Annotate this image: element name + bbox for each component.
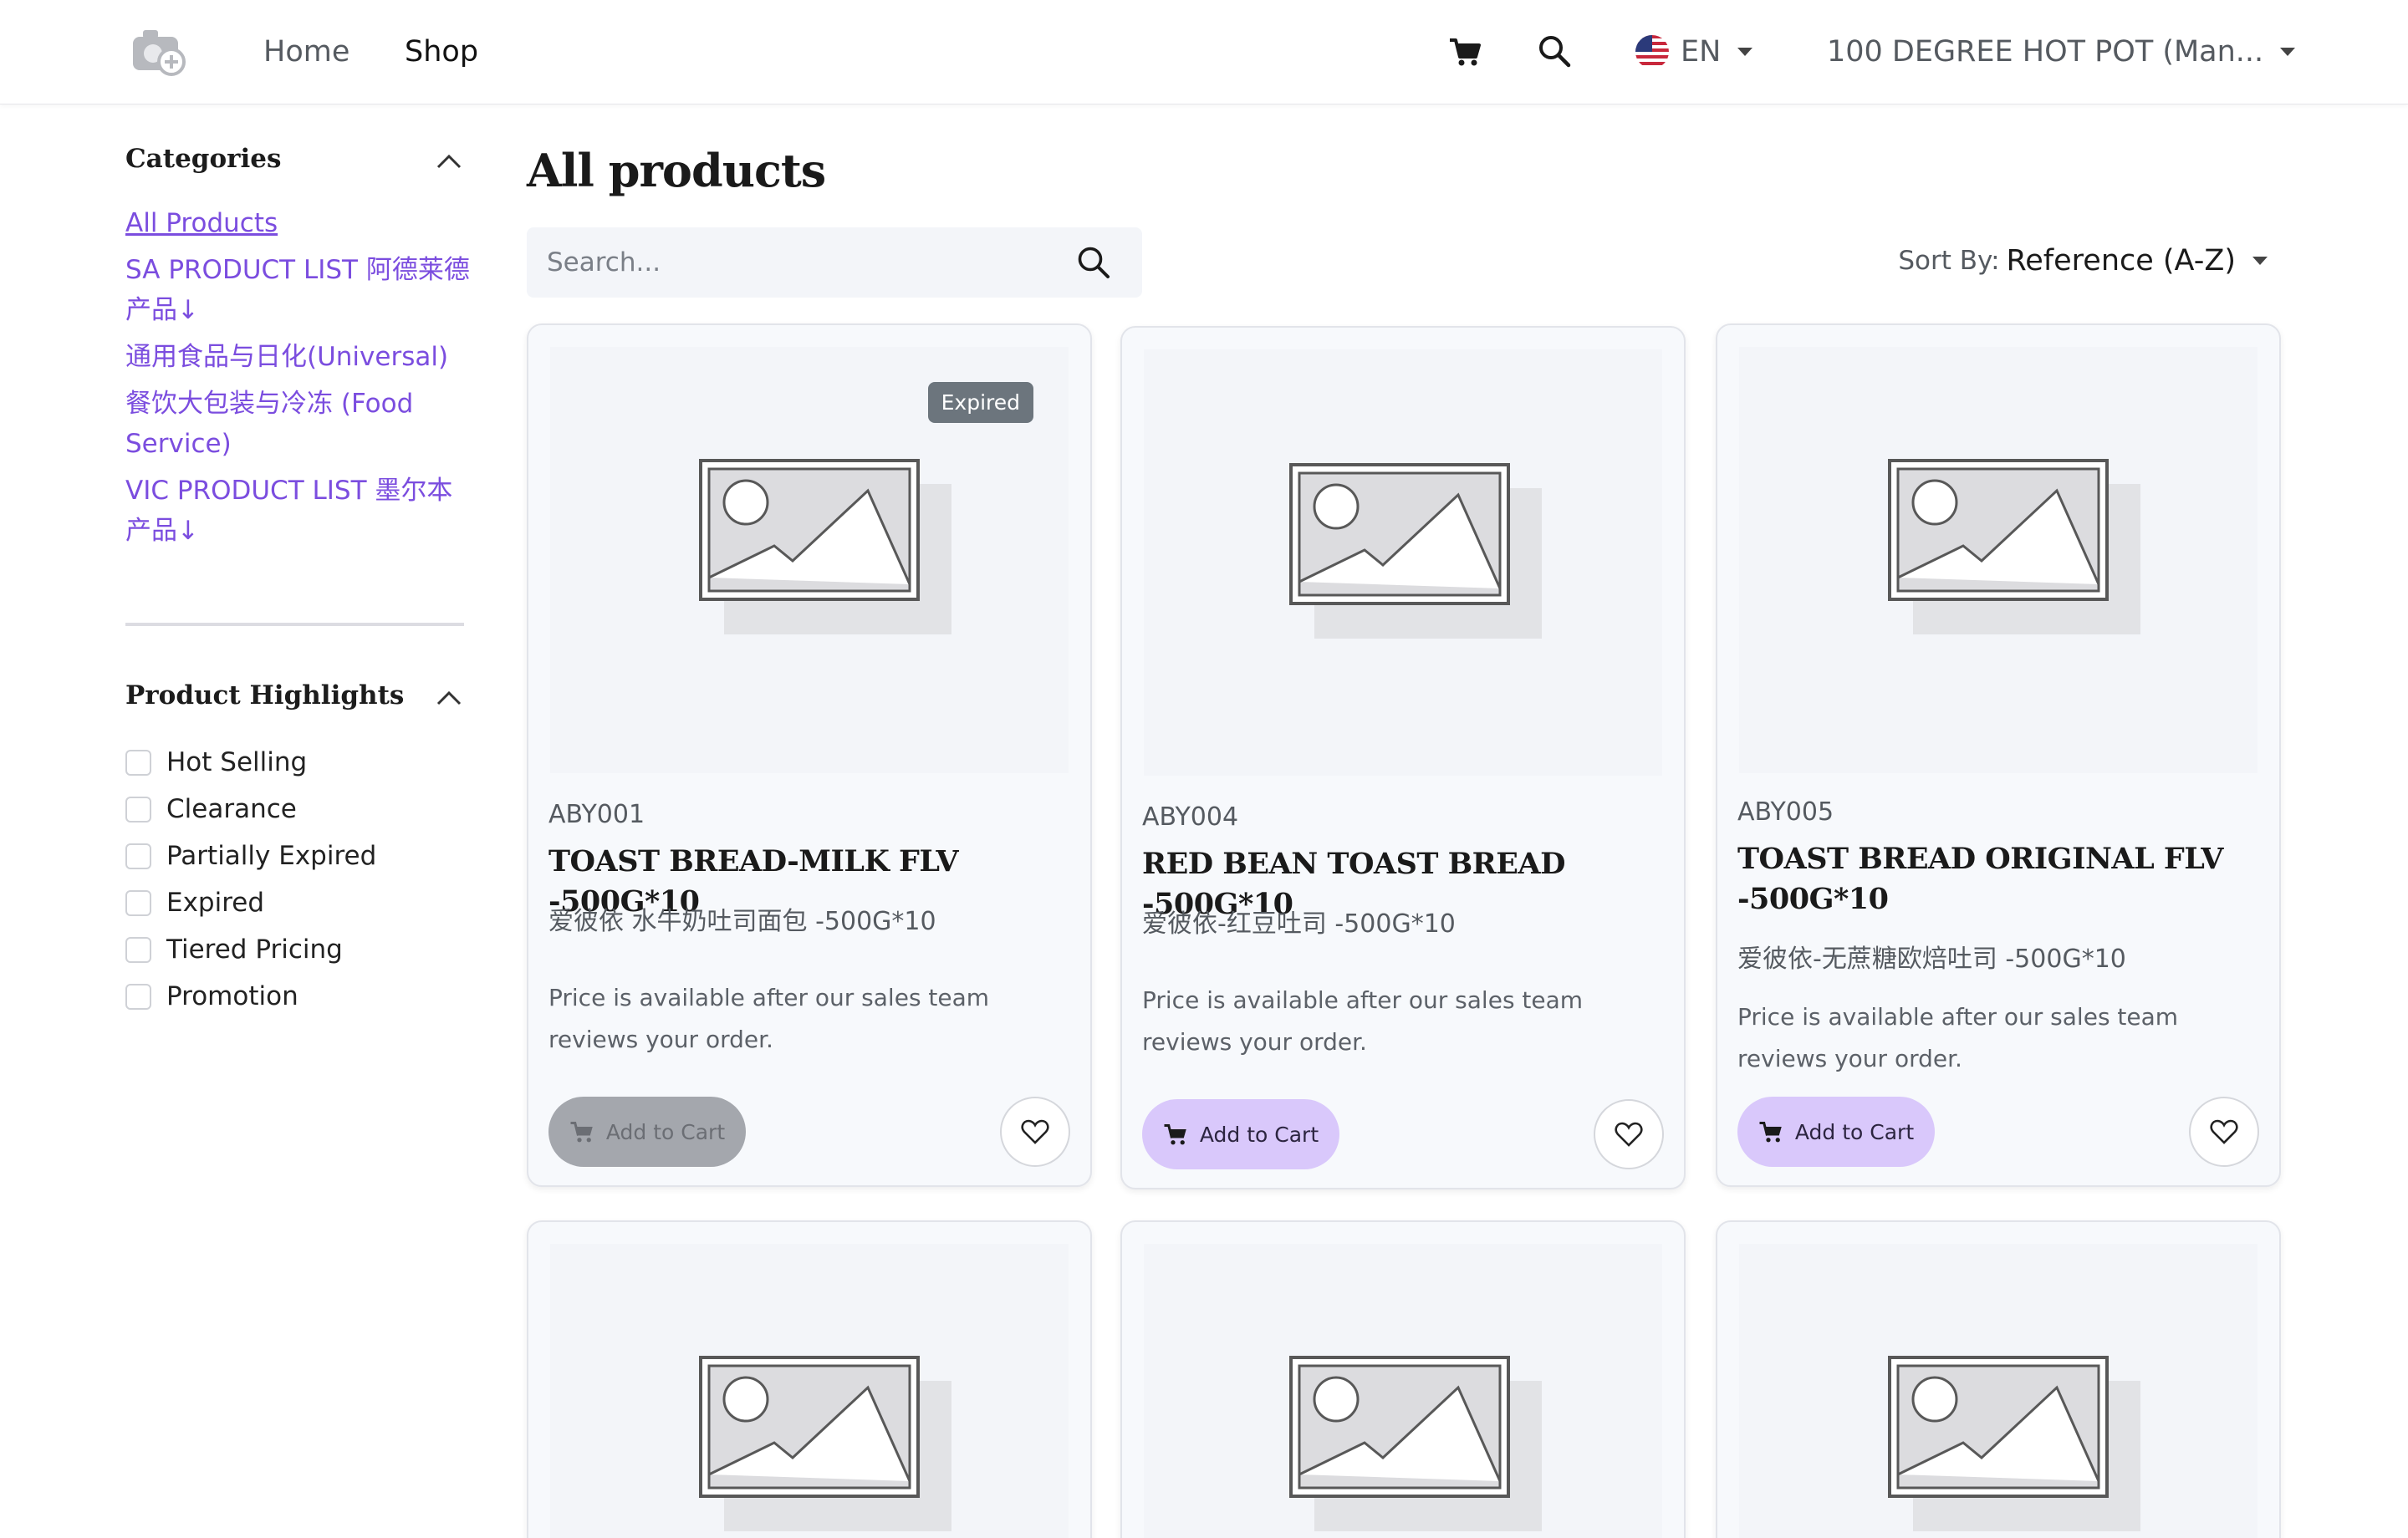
filter-partially-expired[interactable]: Partially Expired [125, 833, 376, 879]
highlight-filter-list: Hot Selling Clearance Partially Expired … [125, 739, 376, 1020]
search-icon[interactable] [1537, 33, 1572, 69]
wishlist-button[interactable] [2189, 1097, 2259, 1167]
chevron-up-icon[interactable] [435, 152, 463, 171]
product-card[interactable]: ABY005 TOAST BREAD ORIGINAL FLV -500G*10… [1716, 323, 2281, 1187]
camera-plus-icon[interactable] [130, 25, 188, 79]
product-chinese-name: 爱彼依-无蔗糖欧焙吐司 -500G*10 [1737, 945, 2126, 974]
chevron-down-icon [2280, 48, 2296, 56]
add-to-cart-label: Add to Cart [605, 1119, 726, 1144]
product-search [527, 227, 1142, 298]
page-title: All products [527, 144, 826, 197]
category-all-products[interactable]: All Products [125, 203, 477, 243]
filter-tiered-pricing[interactable]: Tiered Pricing [125, 926, 376, 973]
add-to-cart-button[interactable]: Add to Cart [548, 1097, 746, 1167]
add-to-cart-button[interactable]: Add to Cart [1737, 1097, 1935, 1167]
filter-expired[interactable]: Expired [125, 879, 376, 926]
product-chinese-name: 爱彼依-红豆吐司 -500G*10 [1142, 909, 1456, 939]
product-highlights-heading: Product Highlights [125, 680, 405, 710]
filter-label: Promotion [166, 981, 298, 1011]
product-card[interactable] [1716, 1220, 2281, 1538]
nav-shop-link[interactable]: Shop [405, 33, 478, 70]
heart-icon [1021, 1119, 1049, 1144]
sort-value: Reference (A-Z) [2006, 244, 2236, 278]
category-list: All Products SA PRODUCT LIST 阿德莱德产品↓ 通用食… [125, 203, 477, 558]
category-vic-product-list[interactable]: VIC PRODUCT LIST 墨尔本产品↓ [125, 471, 477, 551]
filter-promotion[interactable]: Promotion [125, 973, 376, 1020]
add-to-cart-label: Add to Cart [1794, 1119, 1915, 1144]
price-note: Price is available after our sales team … [548, 984, 990, 1053]
heart-icon [1615, 1122, 1643, 1147]
filter-label: Tiered Pricing [166, 935, 343, 965]
chevron-up-icon[interactable] [435, 689, 463, 707]
language-code: EN [1681, 35, 1722, 69]
checkbox[interactable] [125, 796, 151, 822]
us-flag-icon [1635, 35, 1669, 69]
cart-icon[interactable] [1448, 37, 1482, 67]
account-dropdown[interactable]: 100 DEGREE HOT POT (Man... [1827, 33, 2296, 70]
product-card[interactable] [1120, 1220, 1686, 1538]
categories-heading: Categories [125, 144, 282, 174]
sidebar-divider [125, 623, 464, 626]
language-selector[interactable]: EN [1635, 33, 1753, 70]
product-image-placeholder [1739, 347, 2258, 773]
checkbox[interactable] [125, 843, 151, 869]
expired-badge: Expired [927, 382, 1033, 423]
product-reference: ABY004 [1142, 802, 1239, 832]
wishlist-button[interactable] [1000, 1097, 1070, 1167]
account-name: 100 DEGREE HOT POT (Man... [1827, 35, 2264, 69]
chevron-down-icon [1737, 48, 1753, 56]
filter-hot-selling[interactable]: Hot Selling [125, 739, 376, 786]
category-sa-product-list[interactable]: SA PRODUCT LIST 阿德莱德产品↓ [125, 250, 477, 330]
sort-dropdown[interactable]: Sort By: Reference (A-Z) [1898, 244, 2268, 278]
sort-label: Sort By: [1898, 246, 2000, 276]
nav-home-link[interactable]: Home [263, 33, 349, 70]
filter-label: Hot Selling [166, 747, 308, 777]
chevron-down-icon [2252, 257, 2268, 265]
price-note: Price is available after our sales team … [1737, 1003, 2179, 1072]
heart-icon [2210, 1119, 2238, 1144]
wishlist-button[interactable] [1594, 1099, 1664, 1169]
checkbox[interactable] [125, 889, 151, 916]
product-reference: ABY001 [548, 800, 645, 829]
checkbox[interactable] [125, 936, 151, 963]
product-chinese-name: 爱彼依 水牛奶吐司面包 -500G*10 [548, 907, 936, 936]
product-card[interactable] [527, 1220, 1092, 1538]
product-image-placeholder [550, 1244, 1069, 1538]
price-note: Price is available after our sales team … [1142, 986, 1584, 1056]
product-image-placeholder [1739, 1244, 2258, 1538]
category-food-service[interactable]: 餐饮大包装与冷冻 (Food Service) [125, 384, 477, 464]
filter-label: Expired [166, 888, 265, 918]
product-image-placeholder [1144, 349, 1662, 776]
filter-clearance[interactable]: Clearance [125, 786, 376, 833]
product-card[interactable]: Expired ABY001 TOAST BREAD-MILK FLV -500… [527, 323, 1092, 1187]
top-navbar: Home Shop EN 100 DEGREE HOT POT (Man... [0, 0, 2408, 104]
checkbox[interactable] [125, 983, 151, 1010]
filter-label: Clearance [166, 794, 297, 824]
product-image-placeholder [1144, 1244, 1662, 1538]
product-card[interactable]: ABY004 RED BEAN TOAST BREAD -500G*10 爱彼依… [1120, 326, 1686, 1189]
product-image-placeholder: Expired [550, 347, 1069, 773]
add-to-cart-button[interactable]: Add to Cart [1142, 1099, 1339, 1169]
cart-icon [1164, 1124, 1186, 1145]
product-name[interactable]: TOAST BREAD ORIGINAL FLV -500G*10 [1737, 839, 2247, 919]
cart-icon [570, 1122, 593, 1143]
search-icon[interactable] [1075, 244, 1112, 281]
filter-label: Partially Expired [166, 841, 377, 871]
search-input[interactable] [547, 227, 1048, 298]
product-reference: ABY005 [1737, 797, 1834, 827]
add-to-cart-label: Add to Cart [1199, 1122, 1319, 1147]
checkbox[interactable] [125, 749, 151, 776]
category-universal[interactable]: 通用食品与日化(Universal) [125, 337, 477, 377]
cart-icon [1759, 1122, 1782, 1143]
